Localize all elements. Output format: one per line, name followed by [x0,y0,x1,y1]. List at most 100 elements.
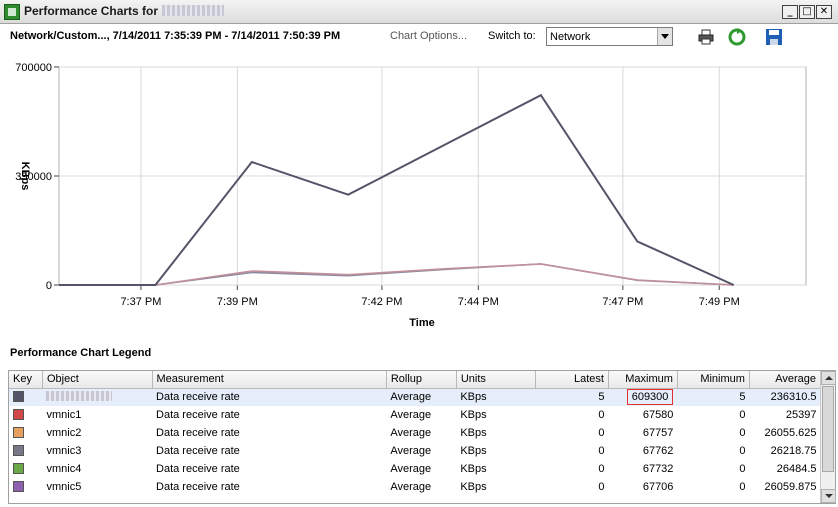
legend-cell-minimum: 0 [739,409,746,421]
legend-cell-maximum: 67732 [642,463,674,475]
legend-table: Key Object Measurement Rollup Units Late… [9,371,822,496]
column-header-object[interactable]: Object [42,371,153,389]
column-header-rollup[interactable]: Rollup [386,371,457,389]
legend-cell-rollup: Average [390,427,432,439]
column-header-minimum[interactable]: Minimum [677,371,750,389]
legend-key-cell [9,478,42,496]
switch-to-select[interactable]: Network [546,27,673,46]
x-tick-label: 7:49 PM [699,296,740,308]
switch-to-value: Network [550,31,591,43]
legend-cell-rollup: Average [390,445,432,457]
color-swatch [13,481,24,492]
legend-cell-average: 26484.5 [776,463,817,475]
legend-cell-minimum: 0 [739,427,746,439]
legend-cell-rollup: Average [390,409,432,421]
legend-row[interactable]: vmnic3 Data receive rate Average KBps 0 67762… [9,442,821,460]
legend-cell-object: vmnic4 [46,463,82,475]
legend-cell-object [42,388,153,406]
legend-cell-latest: 0 [598,427,605,439]
legend-cell-maximum: 67706 [642,481,674,493]
legend-cell-measurement: Data receive rate [156,481,240,493]
legend-cell-rollup: Average [390,463,432,475]
legend-cell-latest: 5 [535,388,609,406]
legend-cell-minimum: 0 [739,481,746,493]
column-header-average[interactable]: Average [749,371,822,389]
legend-cell-measurement: Data receive rate [156,409,240,421]
y-tick-label: 0 [46,280,52,292]
legend-cell-units: KBps [460,481,487,493]
column-header-units[interactable]: Units [456,371,536,389]
column-header-key[interactable]: Key [9,371,43,389]
legend-row[interactable]: vmnic2 Data receive rate Average KBps 0 67757… [9,424,821,442]
legend-cell-measurement: Data receive rate [152,388,387,406]
legend-cell-rollup: Average [386,388,457,406]
legend-cell-maximum: 609300 [608,388,678,406]
legend-cell-maximum: 67580 [642,409,674,421]
legend-key-cell [9,424,42,442]
legend-row[interactable]: vmnic5 Data receive rate Average KBps 0 67706… [9,478,821,496]
color-swatch [13,409,24,420]
legend-cell-latest: 0 [598,445,605,457]
legend-cell-object: vmnic5 [46,481,82,493]
refresh-icon[interactable] [728,28,746,46]
save-icon[interactable] [765,28,783,46]
legend-row[interactable]: Data receive rate Average KBps 5 609300 5 2363… [9,388,821,406]
column-header-maximum[interactable]: Maximum [608,371,678,389]
chart-toolbar: Network/Custom..., 7/14/2011 7:35:39 PM … [0,24,838,50]
legend-cell-minimum: 0 [739,445,746,457]
highlighted-maximum: 609300 [626,389,674,406]
scroll-up-icon[interactable] [821,371,836,385]
legend-header-row: Key Object Measurement Rollup Units Late… [9,371,822,389]
legend-cell-average: 26218.75 [770,445,817,457]
legend-cell-measurement: Data receive rate [156,463,240,475]
color-swatch [13,391,24,403]
legend-table-container: Key Object Measurement Rollup Units Late… [8,370,836,504]
legend-cell-maximum: 67762 [642,445,674,457]
legend-cell-units: KBps [456,388,536,406]
legend-cell-minimum: 0 [739,463,746,475]
legend-cell-object: vmnic1 [46,409,82,421]
legend-key-cell [9,406,42,424]
switch-to-label: Switch to: [488,30,536,42]
legend-row[interactable]: vmnic4 Data receive rate Average KBps 0 67732… [9,460,821,478]
window-title-bar: Performance Charts for _ □ ✕ [0,0,838,24]
performance-chart: 7:37 PM 7:39 PM 7:42 PM 7:44 PM 7:47 PM 7:49 … [0,50,838,340]
legend-cell-average: 26059.875 [764,481,817,493]
y-tick-label: 700000 [15,62,52,74]
legend-cell-average: 25397 [785,409,817,421]
legend-cell-object: vmnic2 [46,427,82,439]
printer-icon[interactable] [697,28,715,46]
close-button[interactable]: ✕ [816,5,832,19]
obscured-host-name [46,391,113,402]
column-header-latest[interactable]: Latest [535,371,609,389]
scroll-down-icon[interactable] [821,489,836,503]
legend-cell-maximum: 67757 [642,427,674,439]
legend-key-cell [9,442,42,460]
color-swatch [13,445,24,456]
chart-options-link[interactable]: Chart Options... [390,30,467,42]
legend-key-cell [9,460,42,478]
x-tick-label: 7:39 PM [217,296,258,308]
legend-cell-minimum: 5 [677,388,750,406]
legend-cell-latest: 0 [598,409,605,421]
legend-cell-latest: 0 [598,481,605,493]
legend-cell-rollup: Average [390,481,432,493]
legend-cell-average: 26055.625 [764,427,817,439]
minimize-button[interactable]: _ [782,5,798,19]
window-title-label: Performance Charts for [24,4,159,18]
x-tick-label: 7:37 PM [120,296,161,308]
x-tick-label: 7:47 PM [602,296,643,308]
x-axis-label: Time [409,317,434,329]
x-tick-label: 7:42 PM [361,296,402,308]
column-header-measurement[interactable]: Measurement [152,371,387,389]
legend-row[interactable]: vmnic1 Data receive rate Average KBps 0 67580… [9,406,821,424]
legend-cell-units: KBps [460,427,487,439]
scroll-thumb[interactable] [822,386,834,472]
legend-scrollbar[interactable] [820,371,836,503]
legend-cell-measurement: Data receive rate [156,427,240,439]
obscured-host-name [162,5,225,16]
app-icon [4,4,20,20]
maximize-button[interactable]: □ [799,5,815,19]
chevron-down-icon[interactable] [657,28,672,45]
chart-context-label: Network/Custom..., 7/14/2011 7:35:39 PM … [10,30,341,42]
